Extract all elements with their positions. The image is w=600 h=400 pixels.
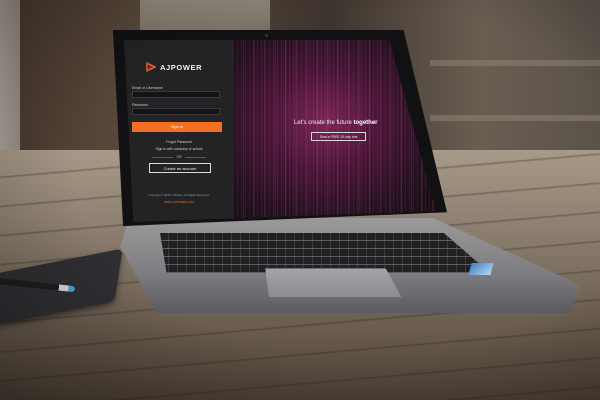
website-link[interactable]: WWW.AJPOWER.COM <box>124 200 234 204</box>
separator-line-left <box>152 156 174 158</box>
webcam <box>265 34 268 37</box>
keyboard-key-rows <box>160 233 490 273</box>
forgot-password-link[interactable]: Forgot Password <box>124 140 234 144</box>
laptop-sticker <box>468 263 494 275</box>
hero-title-emphasis: together <box>353 120 378 126</box>
email-field[interactable] <box>132 91 220 98</box>
sso-sign-in-link[interactable]: Sign in with company or school <box>124 147 234 151</box>
or-text: OR <box>176 155 182 159</box>
background-post <box>0 0 20 170</box>
login-panel: AJPOWER Email or Username Password Sign … <box>124 40 234 222</box>
free-trial-button[interactable]: Start a FREE 15-day trial <box>311 132 366 141</box>
background-window <box>140 0 270 30</box>
password-field[interactable] <box>132 108 220 115</box>
brand-logo: AJPOWER <box>146 62 202 72</box>
hero-title-prefix: Let's create the future <box>294 120 354 126</box>
brand-name: AJPOWER <box>160 62 203 72</box>
password-label: Password <box>132 103 148 107</box>
or-separator: OR <box>152 155 206 159</box>
separator-line-right <box>184 156 206 158</box>
email-label: Email or Username <box>132 86 163 90</box>
background-shelf-lower <box>430 115 600 121</box>
play-triangle-icon <box>146 62 156 72</box>
create-account-button[interactable]: Create an account <box>149 163 211 173</box>
background-shelf <box>430 60 600 66</box>
copyright-text: Copyright © 2016, AJPower. All Rights Re… <box>148 193 210 197</box>
laptop-touchpad <box>265 268 402 298</box>
laptop-screen: AJPOWER Email or Username Password Sign … <box>124 40 436 222</box>
hero-title: Let's create the future together <box>294 120 414 126</box>
sign-in-button[interactable]: Sign in <box>132 122 222 132</box>
